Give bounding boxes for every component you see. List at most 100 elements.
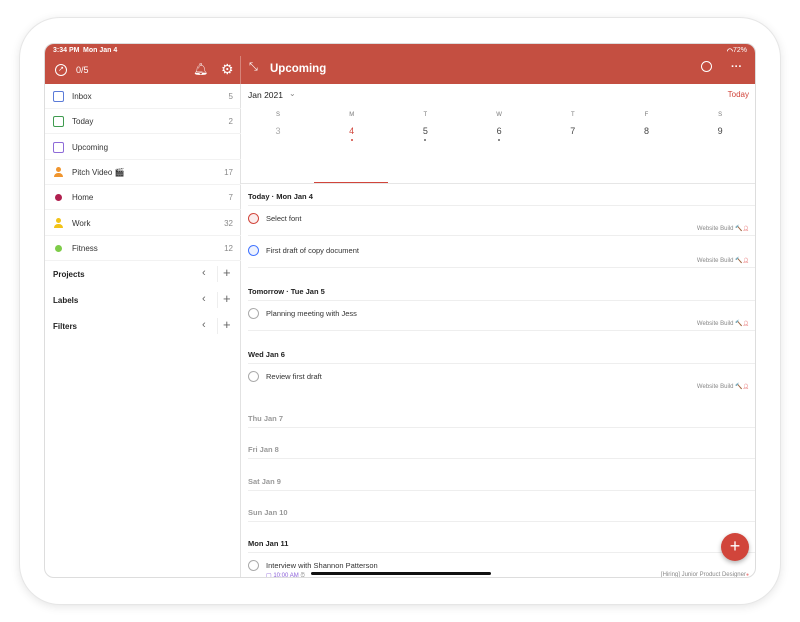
project-name: Website Build 🔨	[696, 258, 743, 264]
sidebar-item-work[interactable]: Work 32	[45, 211, 241, 236]
person-icon: 👤︎	[742, 321, 749, 327]
gear-icon[interactable]: ⚙	[221, 61, 234, 78]
person-icon	[53, 166, 64, 178]
sidebar-item-count: 32	[224, 218, 233, 228]
battery-level: 72%	[732, 47, 747, 54]
chevron-left-icon[interactable]: ‹	[202, 267, 206, 279]
sidebar-item-home[interactable]: Home 7	[45, 185, 241, 211]
weekday-label: S	[275, 112, 280, 118]
task-checkbox[interactable]	[248, 560, 259, 571]
add-icon[interactable]: +	[223, 291, 231, 306]
divider	[217, 292, 218, 308]
task-title: Planning meeting with Jess	[266, 309, 357, 318]
page-title: Upcoming	[270, 63, 327, 75]
task-row[interactable]: Interview with Shannon Patterson [Hiring]…	[241, 558, 755, 578]
divider	[248, 490, 755, 491]
chevron-down-icon[interactable]: ⌄	[289, 89, 296, 98]
divider	[248, 521, 755, 522]
day-number[interactable]: 8	[610, 126, 684, 136]
search-icon[interactable]	[701, 61, 712, 72]
bell-icon[interactable]: 🔔︎	[193, 62, 208, 76]
sidebar-item-label: Upcoming	[72, 142, 109, 152]
add-icon[interactable]: +	[223, 265, 231, 280]
sidebar-item-count: 12	[224, 243, 233, 253]
add-task-button[interactable]: +	[721, 533, 749, 561]
task-row[interactable]: Planning meeting with Jess Website Build …	[241, 306, 755, 338]
status-time: 3:34 PM	[53, 47, 80, 54]
divider	[217, 318, 218, 334]
project-name: Website Build 🔨	[696, 321, 743, 327]
task-checkbox[interactable]	[248, 245, 259, 256]
day-number[interactable]: 5	[388, 126, 462, 136]
task-row[interactable]: Select font Website Build 🔨 👤︎	[241, 211, 755, 243]
task-project: [Hiring] Junior Product Designer ●	[661, 572, 749, 577]
chevron-left-icon[interactable]: ‹	[202, 319, 206, 331]
sidebar-item-label: Inbox	[72, 92, 92, 101]
sidebar-item-upcoming[interactable]: Upcoming	[45, 135, 241, 160]
task-row[interactable]: First draft of copy document Website Buil…	[241, 243, 755, 275]
chevron-left-icon[interactable]: ‹	[202, 293, 206, 305]
alarm-icon: ⏰︎	[298, 573, 306, 578]
day-header: Wed Jan 6	[248, 350, 285, 359]
sidebar-section-projects[interactable]: Projects ‹ +	[45, 261, 241, 287]
sidebar-section-labels[interactable]: Labels ‹ +	[45, 287, 241, 313]
karma-icon[interactable]: ↗	[55, 64, 67, 76]
sidebar-item-fitness[interactable]: Fitness 12	[45, 236, 241, 261]
app-screen: 3:34 PM Mon Jan 4 ◠ 72% ↗ 0/5 🔔︎ ⚙ ⤡ Upc…	[44, 43, 756, 578]
sidebar-item-label: Work	[72, 218, 91, 228]
day-header: Mon Jan 11	[248, 539, 289, 548]
task-project: Website Build 🔨 👤︎	[697, 320, 749, 327]
day-number[interactable]: 9	[683, 126, 755, 136]
weekday-label: W	[496, 112, 502, 118]
day-number[interactable]: 3	[241, 126, 315, 136]
today-button[interactable]: Today	[728, 90, 749, 99]
sidebar: Inbox 5 Today 2 Upcoming Pitch Video 🎬 17 Home 7…	[45, 84, 241, 577]
task-title: Select font	[266, 214, 302, 223]
calendar-upcoming-icon	[53, 141, 64, 153]
weekday-label: F	[644, 112, 649, 118]
task-checkbox[interactable]	[248, 213, 259, 224]
weekday-label: T	[570, 112, 575, 118]
month-picker[interactable]: Jan 2021	[248, 90, 283, 100]
day-header: Tomorrow · Tue Jan 5	[248, 287, 325, 296]
day-header: Sun Jan 10	[248, 508, 288, 517]
sidebar-item-count: 5	[228, 92, 233, 101]
divider	[248, 363, 755, 364]
project-name: Website Build 🔨	[696, 226, 743, 232]
sidebar-section-filters[interactable]: Filters ‹ +	[45, 313, 241, 339]
expand-icon[interactable]: ⤡	[249, 61, 258, 74]
task-dot	[350, 139, 353, 141]
dot-icon	[55, 244, 62, 252]
weekday-label: M	[349, 112, 355, 118]
sidebar-item-inbox[interactable]: Inbox 5	[45, 84, 241, 109]
upcoming-view: Jan 2021 ⌄ Today S 3 M 4 T 5 W 6 T 7 F 8 S 9 Today · …	[241, 84, 755, 578]
task-checkbox[interactable]	[248, 308, 259, 319]
task-checkbox[interactable]	[248, 371, 259, 382]
karma-progress[interactable]: 0/5	[76, 65, 89, 75]
divider	[248, 267, 755, 268]
person-icon: 👤︎	[742, 258, 749, 264]
task-due: ▢ 10:00 AM ⏰︎	[266, 572, 306, 578]
task-row[interactable]: Review first draft Website Build 🔨 👤︎	[241, 369, 755, 401]
due-time: 10:00 AM	[273, 573, 299, 578]
divider	[248, 235, 755, 236]
sidebar-item-today[interactable]: Today 2	[45, 109, 241, 135]
section-label: Filters	[53, 322, 78, 331]
status-date: Mon Jan 4	[83, 47, 118, 54]
task-title: Review first draft	[266, 372, 322, 381]
project-name: Website Build 🔨	[696, 384, 743, 390]
sidebar-item-label: Fitness	[72, 243, 98, 253]
sidebar-item-count: 7	[228, 193, 233, 203]
more-icon[interactable]: ···	[731, 61, 742, 73]
day-number[interactable]: 6	[462, 126, 536, 136]
header-bar: 3:34 PM Mon Jan 4 ◠ 72% ↗ 0/5 🔔︎ ⚙ ⤡ Upc…	[45, 44, 755, 84]
add-icon[interactable]: +	[223, 317, 231, 332]
day-number[interactable]: 7	[536, 126, 610, 136]
day-header: Thu Jan 7	[248, 414, 284, 423]
section-label: Projects	[53, 270, 85, 279]
divider	[248, 205, 755, 206]
weekday-label: S	[718, 112, 723, 118]
sidebar-item-pitch[interactable]: Pitch Video 🎬 17	[45, 160, 241, 185]
divider	[248, 330, 755, 331]
day-number[interactable]: 4	[315, 126, 389, 136]
